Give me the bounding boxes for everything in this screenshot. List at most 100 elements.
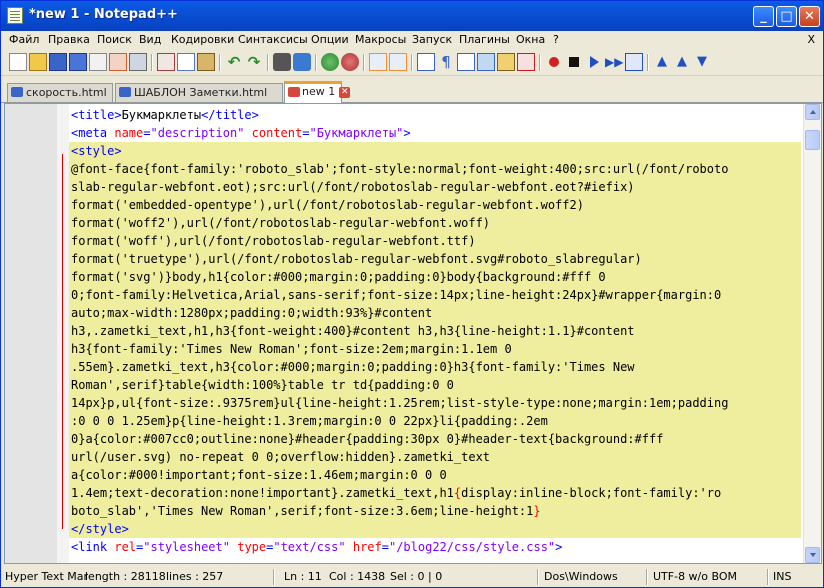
editor-line[interactable]: Roman',serif}table{width:100%}table tr t… — [69, 376, 801, 394]
editor-line[interactable]: h3{font-family:'Times New Roman';font-si… — [69, 340, 801, 358]
editor-line[interactable]: 13<link rel="stylesheet" type="text/css"… — [69, 538, 801, 556]
show-all-characters-icon[interactable]: ¶ — [437, 53, 455, 71]
new-file-icon[interactable] — [9, 53, 27, 71]
indent-guide-icon[interactable] — [457, 53, 475, 71]
arrow-down-icon[interactable]: ▼ — [693, 53, 711, 71]
open-file-icon[interactable] — [29, 53, 47, 71]
menu-item[interactable]: Поиск — [97, 33, 132, 46]
editor-line[interactable]: 0}a{color:#007cc0;outline:none}#header{p… — [69, 430, 801, 448]
editor-line[interactable]: auto;max-width:1280px;padding:0;width:93… — [69, 304, 801, 322]
language-icon[interactable] — [477, 53, 495, 71]
text-editor[interactable]: 8<title>Букмарклеты</title>9<meta name="… — [4, 103, 822, 564]
token-val: "text/css" — [273, 540, 346, 554]
line-text: <style> — [69, 144, 122, 158]
tab-speed-html[interactable]: скорость.html — [7, 83, 113, 102]
scroll-down-button[interactable] — [805, 547, 820, 563]
editor-line[interactable]: slab-regular-webfont.eot);src:url(/font/… — [69, 178, 801, 196]
play-macro-icon[interactable] — [585, 53, 603, 71]
editor-line[interactable]: 9<meta name="description" content="Букма… — [69, 124, 801, 142]
find-icon[interactable] — [273, 53, 291, 71]
editor-line[interactable]: a{color:#000!important;font-size:1.46em;… — [69, 466, 801, 484]
maximize-button[interactable]: □ — [776, 6, 797, 27]
cut-icon[interactable] — [157, 53, 175, 71]
editor-line[interactable]: url(/user.svg) no-repeat 0 0;overflow:hi… — [69, 448, 801, 466]
move-up-icon[interactable]: ▲ — [653, 53, 671, 71]
menu-item[interactable]: Синтаксисы — [238, 33, 308, 46]
editor-line[interactable]: 14px}p,ul{font-size:.9375rem}ul{line-hei… — [69, 394, 801, 412]
document-tab-bar: скорость.html ШАБЛОН Заметки.html new 1 ✕ — [1, 81, 823, 103]
menu-item[interactable]: Опции — [311, 33, 349, 46]
editor-line[interactable]: :0 0 0 1.25em}p{line-height:1.3rem;margi… — [69, 412, 801, 430]
scroll-thumb[interactable] — [805, 130, 820, 150]
editor-line[interactable]: format('svg')}body,h1{color:#000;margin:… — [69, 268, 801, 286]
function-list-icon[interactable] — [517, 53, 535, 71]
editor-line[interactable]: 1.4em;text-decoration:none!important}.za… — [69, 484, 801, 502]
editor-lines[interactable]: 8<title>Букмарклеты</title>9<meta name="… — [62, 106, 801, 556]
editor-line[interactable]: h3,.zametki_text,h1,h3{font-weight:400}#… — [69, 322, 801, 340]
paste-icon[interactable] — [197, 53, 215, 71]
replace-icon[interactable] — [293, 53, 311, 71]
zoom-out-icon[interactable] — [341, 53, 359, 71]
close-file-icon[interactable] — [89, 53, 107, 71]
menu-item[interactable]: ? — [553, 33, 559, 46]
token-tag: <title> — [71, 108, 122, 122]
redo-icon[interactable]: ↷ — [245, 53, 263, 71]
close-window-button[interactable]: ✕ — [799, 6, 820, 27]
token-val: "stylesheet" — [143, 540, 230, 554]
line-text: h3,.zametki_text,h1,h3{font-weight:400}#… — [69, 324, 635, 338]
sync-vertical-icon[interactable] — [369, 53, 387, 71]
menu-item[interactable]: Вид — [139, 33, 161, 46]
menu-item[interactable]: Окна — [516, 33, 545, 46]
save-macro-icon[interactable] — [625, 53, 643, 71]
fold-margin[interactable] — [57, 104, 69, 563]
save-all-icon[interactable] — [69, 53, 87, 71]
close-tab-icon[interactable]: ✕ — [339, 86, 351, 98]
arrow-up-icon[interactable]: ▲ — [673, 53, 691, 71]
tab-label: ШАБЛОН Заметки.html — [134, 86, 268, 99]
line-text: 0;font-family:Helvetica,Arial,sans-serif… — [69, 288, 721, 302]
title-bar[interactable]: *new 1 - Notepad++ _ □ ✕ — [1, 1, 823, 31]
editor-line[interactable]: 11@font-face{font-family:'roboto_slab';f… — [69, 160, 801, 178]
play-macro-multiple-icon[interactable]: ▶▶ — [605, 53, 623, 71]
menu-item[interactable]: Файл — [9, 33, 39, 46]
editor-line[interactable]: format('embedded-opentype'),url(/font/ro… — [69, 196, 801, 214]
sync-horizontal-icon[interactable] — [389, 53, 407, 71]
save-icon[interactable] — [49, 53, 67, 71]
zoom-in-icon[interactable] — [321, 53, 339, 71]
editor-line[interactable]: .55em}.zametki_text,h3{color:#000;margin… — [69, 358, 801, 376]
line-text: slab-regular-webfont.eot);src:url(/font/… — [69, 180, 635, 194]
editor-line[interactable]: 12</style> — [69, 520, 801, 538]
token-attr: href — [352, 540, 382, 554]
saved-file-icon — [11, 87, 23, 97]
close-all-icon[interactable] — [109, 53, 127, 71]
stop-macro-icon[interactable] — [565, 53, 583, 71]
line-number-gutter — [5, 104, 57, 563]
print-icon[interactable] — [129, 53, 147, 71]
record-macro-icon[interactable] — [545, 53, 563, 71]
menu-item[interactable]: Макросы — [355, 33, 406, 46]
minimize-button[interactable]: _ — [753, 6, 774, 27]
editor-line[interactable]: boto_slab','Times New Roman',serif;font-… — [69, 502, 801, 520]
menu-bar: X Файл Правка Поиск Вид Кодировки Синтаксисы О… — [1, 31, 823, 50]
word-wrap-icon[interactable] — [417, 53, 435, 71]
menu-item[interactable]: Правка — [48, 33, 90, 46]
tab-new-1[interactable]: new 1 ✕ — [284, 81, 351, 103]
menu-item[interactable]: Кодировки — [171, 33, 234, 46]
undo-icon[interactable]: ↶ — [225, 53, 243, 71]
editor-line[interactable]: format('truetype'),url(/font/robotoslab-… — [69, 250, 801, 268]
document-map-icon[interactable] — [497, 53, 515, 71]
menu-item[interactable]: Плагины — [459, 33, 510, 46]
token-tag — [244, 126, 251, 140]
menu-close-document-button[interactable]: X — [807, 33, 815, 46]
editor-line[interactable]: format('woff'),url(/font/robotoslab-regu… — [69, 232, 801, 250]
editor-line[interactable]: format('woff2'),url(/font/robotoslab-reg… — [69, 214, 801, 232]
editor-line[interactable]: 8<title>Букмарклеты</title> — [69, 106, 801, 124]
menu-item[interactable]: Запуск — [412, 33, 452, 46]
scroll-up-button[interactable] — [805, 104, 820, 120]
vertical-scrollbar[interactable] — [803, 104, 821, 563]
token-css: Букмарклеты — [121, 108, 202, 122]
copy-icon[interactable] — [177, 53, 195, 71]
editor-line[interactable]: 0;font-family:Helvetica,Arial,sans-serif… — [69, 286, 801, 304]
editor-line[interactable]: 10<style> — [69, 142, 801, 160]
tab-template-notes-html[interactable]: ШАБЛОН Заметки.html — [115, 83, 283, 102]
